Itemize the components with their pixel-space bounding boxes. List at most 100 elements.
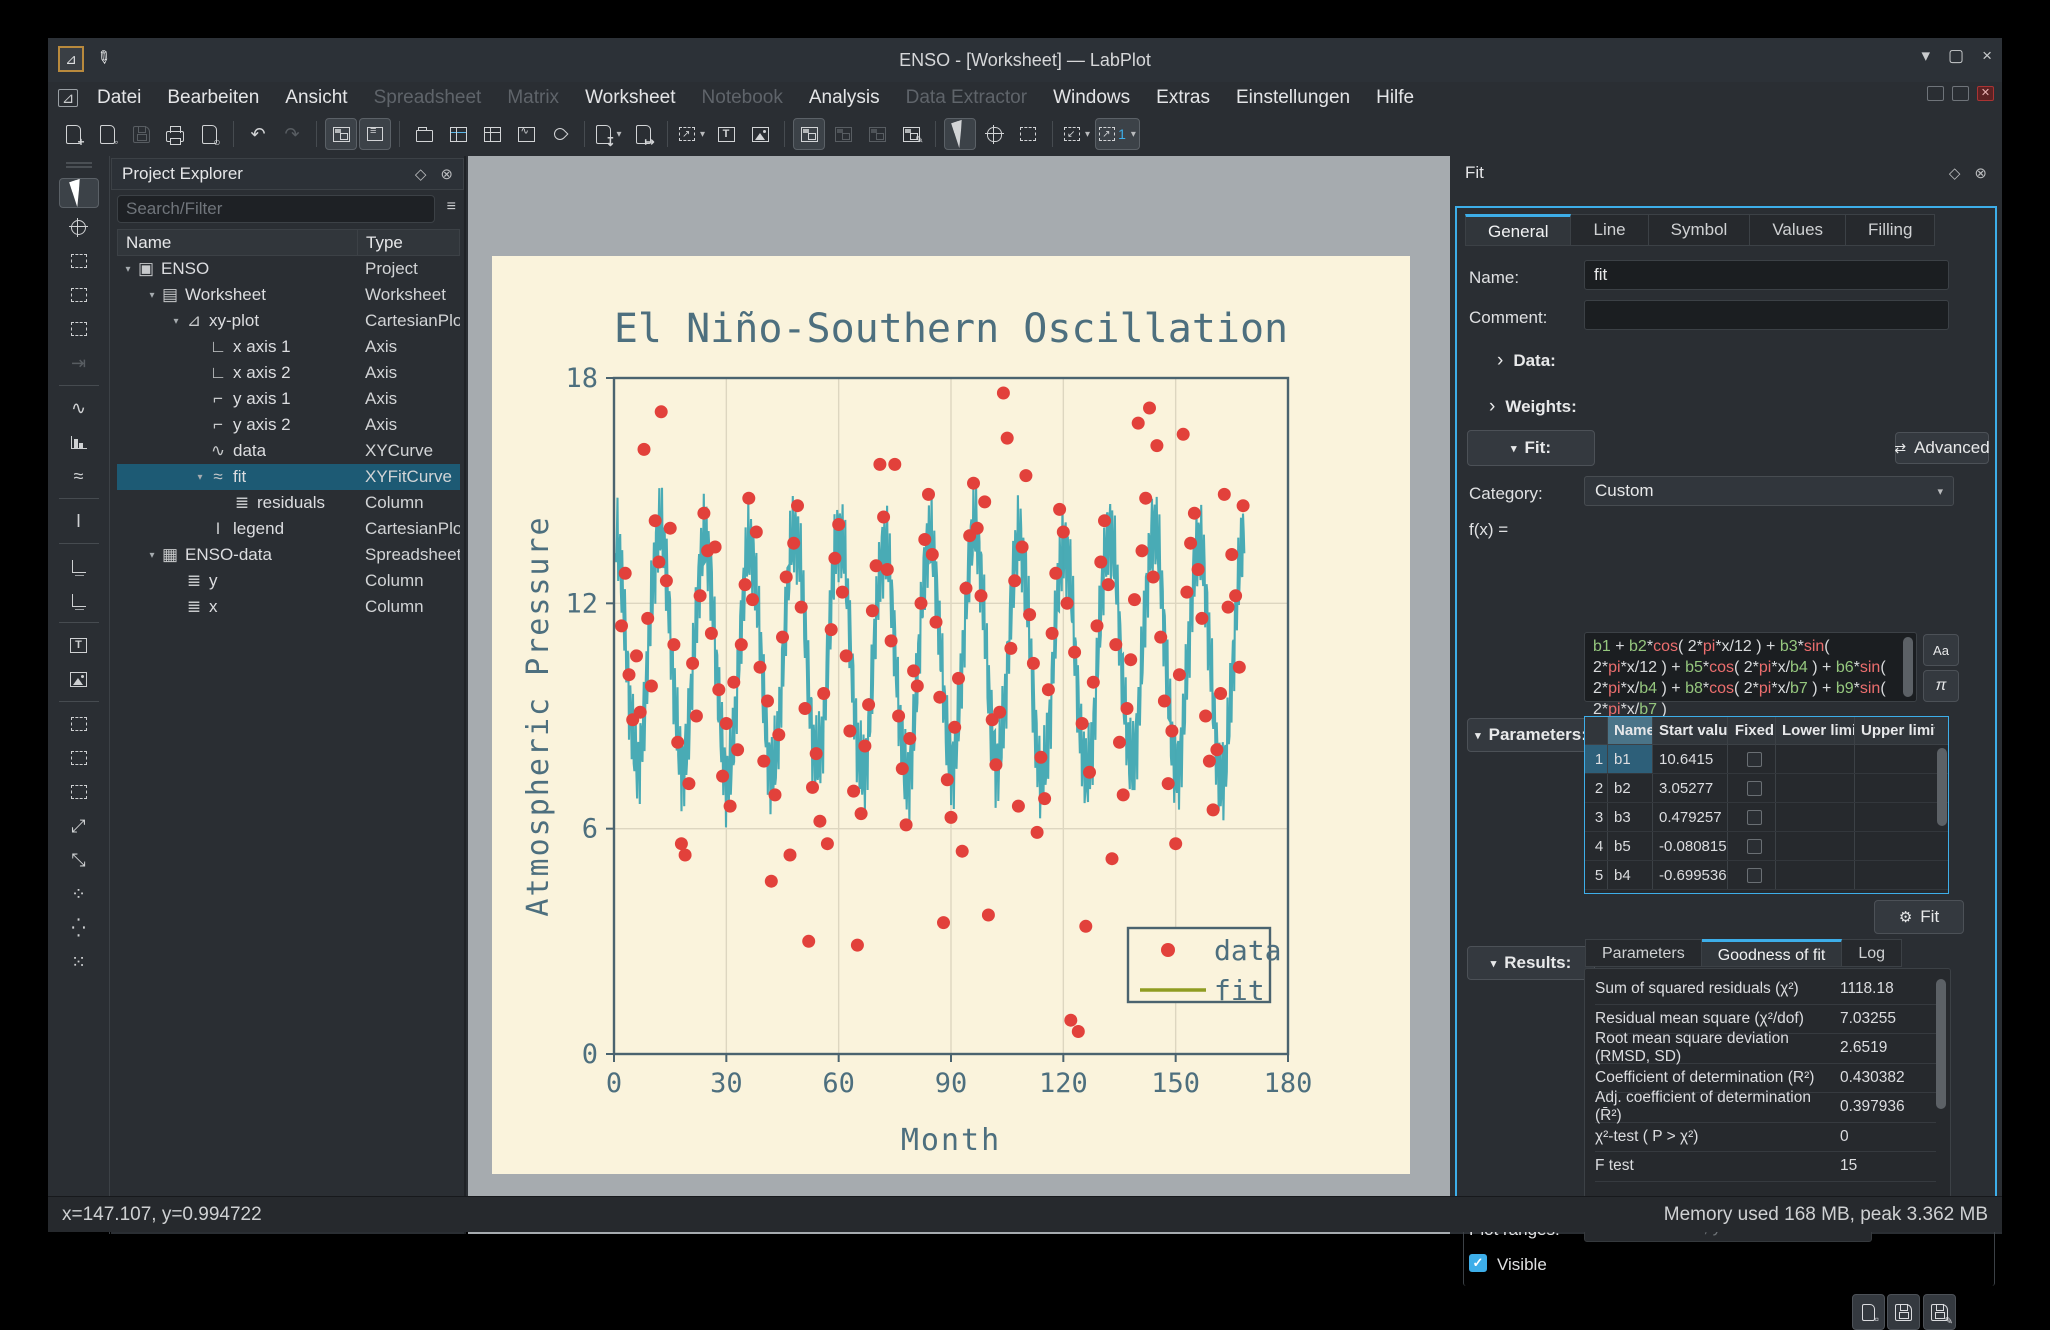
save-as-template-button[interactable]: ✎: [1923, 1294, 1956, 1330]
param-name-cell[interactable]: b2: [1608, 774, 1653, 802]
data-point[interactable]: [817, 687, 830, 700]
data-point[interactable]: [1237, 499, 1250, 512]
data-point[interactable]: [660, 574, 673, 587]
tree-row-y-axis-1[interactable]: ⌐y axis 1Axis: [117, 386, 460, 412]
data-point[interactable]: [1143, 402, 1156, 415]
search-input[interactable]: Search/Filter: [117, 195, 435, 223]
menu-hilfe[interactable]: Hilfe: [1363, 82, 1427, 114]
data-point[interactable]: [765, 875, 778, 888]
save-template-button[interactable]: [1887, 1294, 1920, 1330]
menu-analysis[interactable]: Analysis: [796, 82, 893, 114]
data-point[interactable]: [1008, 574, 1021, 587]
param-upper-limit-cell[interactable]: [1855, 861, 1935, 889]
data-point[interactable]: [885, 634, 898, 647]
add-image-button[interactable]: [59, 664, 99, 694]
data-point[interactable]: [1079, 920, 1092, 933]
data-point[interactable]: [675, 837, 688, 850]
data-point[interactable]: [900, 818, 913, 831]
data-point[interactable]: [851, 939, 864, 952]
data-point[interactable]: [802, 935, 815, 948]
data-point[interactable]: [712, 683, 725, 696]
param-upper-limit-cell[interactable]: [1855, 745, 1935, 773]
zoom-in-region-button[interactable]: [59, 709, 99, 739]
data-point[interactable]: [825, 623, 838, 636]
x-axis-label[interactable]: Month: [901, 1123, 1001, 1158]
param-lower-limit-cell[interactable]: [1776, 774, 1855, 802]
print-preview-button[interactable]: ○: [193, 118, 225, 150]
advanced-button[interactable]: ⇄Advanced: [1895, 432, 1989, 464]
y-tick-label[interactable]: 6: [582, 814, 598, 845]
data-point[interactable]: [806, 781, 819, 794]
data-point[interactable]: [978, 495, 991, 508]
expander-icon[interactable]: ▾: [193, 472, 207, 483]
filter-options-icon[interactable]: ≡: [447, 198, 456, 216]
window-layout-tabbed-button[interactable]: [793, 118, 825, 150]
tab-symbol[interactable]: Symbol: [1649, 214, 1751, 246]
data-point[interactable]: [813, 815, 826, 828]
expander-icon[interactable]: ▾: [121, 264, 135, 275]
zoom-select-mode-button[interactable]: [1012, 118, 1044, 150]
data-point[interactable]: [641, 612, 654, 625]
data-point[interactable]: [1076, 717, 1089, 730]
data-point[interactable]: [1218, 488, 1231, 501]
data-point[interactable]: [1068, 646, 1081, 659]
legend-label-fit[interactable]: fit: [1214, 974, 1265, 1007]
float-dock-icon[interactable]: ◇: [415, 165, 427, 183]
data-point[interactable]: [956, 845, 969, 858]
zoom-out-button[interactable]: ⤡: [59, 845, 99, 875]
x-tick-label[interactable]: 30: [710, 1068, 743, 1099]
tab-values[interactable]: Values: [1750, 214, 1846, 246]
import-button[interactable]: ↧▾: [593, 118, 625, 150]
data-section-expander[interactable]: ›Data:: [1497, 350, 1556, 372]
data-point[interactable]: [649, 514, 662, 527]
save-project-button[interactable]: [125, 118, 157, 150]
data-point[interactable]: [1124, 653, 1137, 666]
data-point[interactable]: [836, 586, 849, 599]
minimize-button[interactable]: ▾: [1921, 46, 1930, 66]
results-section-button[interactable]: ▾Results:: [1467, 946, 1595, 980]
add-fit-curve-button[interactable]: ≈: [59, 461, 99, 491]
data-point[interactable]: [780, 571, 793, 584]
param-col-index[interactable]: [1585, 717, 1608, 744]
data-point[interactable]: [997, 387, 1010, 400]
plot-title[interactable]: El Niño-Southern Oscillation: [614, 306, 1288, 352]
formula-input[interactable]: b1 + b2*cos( 2*pi*x/12 ) + b3*sin( 2*pi*…: [1584, 632, 1917, 702]
data-point[interactable]: [858, 740, 871, 753]
zoom-in-button[interactable]: ⤢: [59, 811, 99, 841]
scale-auto-y-button[interactable]: ⁙: [59, 947, 99, 977]
data-point[interactable]: [652, 556, 665, 569]
visible-checkbox[interactable]: ✓: [1469, 1254, 1487, 1272]
menu-datei[interactable]: Datei: [84, 82, 154, 114]
data-point[interactable]: [1154, 631, 1167, 644]
data-point[interactable]: [1192, 563, 1205, 576]
data-point[interactable]: [787, 537, 800, 550]
data-point[interactable]: [671, 736, 684, 749]
data-point[interactable]: [1199, 710, 1212, 723]
data-point[interactable]: [1207, 803, 1220, 816]
tree-row-Worksheet[interactable]: ▾▤WorksheetWorksheet: [117, 282, 460, 308]
param-lower-limit-cell[interactable]: [1776, 803, 1855, 831]
data-point[interactable]: [795, 601, 808, 614]
select-mode-button[interactable]: [59, 178, 99, 208]
data-point[interactable]: [855, 807, 868, 820]
data-point[interactable]: [1165, 725, 1178, 738]
tree-row-fit[interactable]: ▾≈fitXYFitCurve: [117, 464, 460, 490]
menu-matrix[interactable]: Matrix: [494, 82, 572, 114]
data-point[interactable]: [843, 725, 856, 738]
data-point[interactable]: [623, 668, 636, 681]
new-folder-button[interactable]: [408, 118, 440, 150]
data-point[interactable]: [1098, 514, 1111, 527]
x-tick-label[interactable]: 60: [822, 1068, 855, 1099]
data-point[interactable]: [694, 589, 707, 602]
data-point[interactable]: [1072, 1025, 1085, 1038]
data-point[interactable]: [1173, 668, 1186, 681]
data-point[interactable]: [1091, 619, 1104, 632]
tree-column-headers[interactable]: Name Type: [117, 229, 460, 256]
data-point[interactable]: [619, 567, 632, 580]
data-point[interactable]: [1229, 589, 1242, 602]
data-point[interactable]: [655, 405, 668, 418]
case-toggle-button[interactable]: Aa: [1923, 634, 1959, 666]
data-point[interactable]: [1102, 578, 1115, 591]
expander-icon[interactable]: ▾: [169, 316, 183, 327]
data-point[interactable]: [1203, 755, 1216, 768]
